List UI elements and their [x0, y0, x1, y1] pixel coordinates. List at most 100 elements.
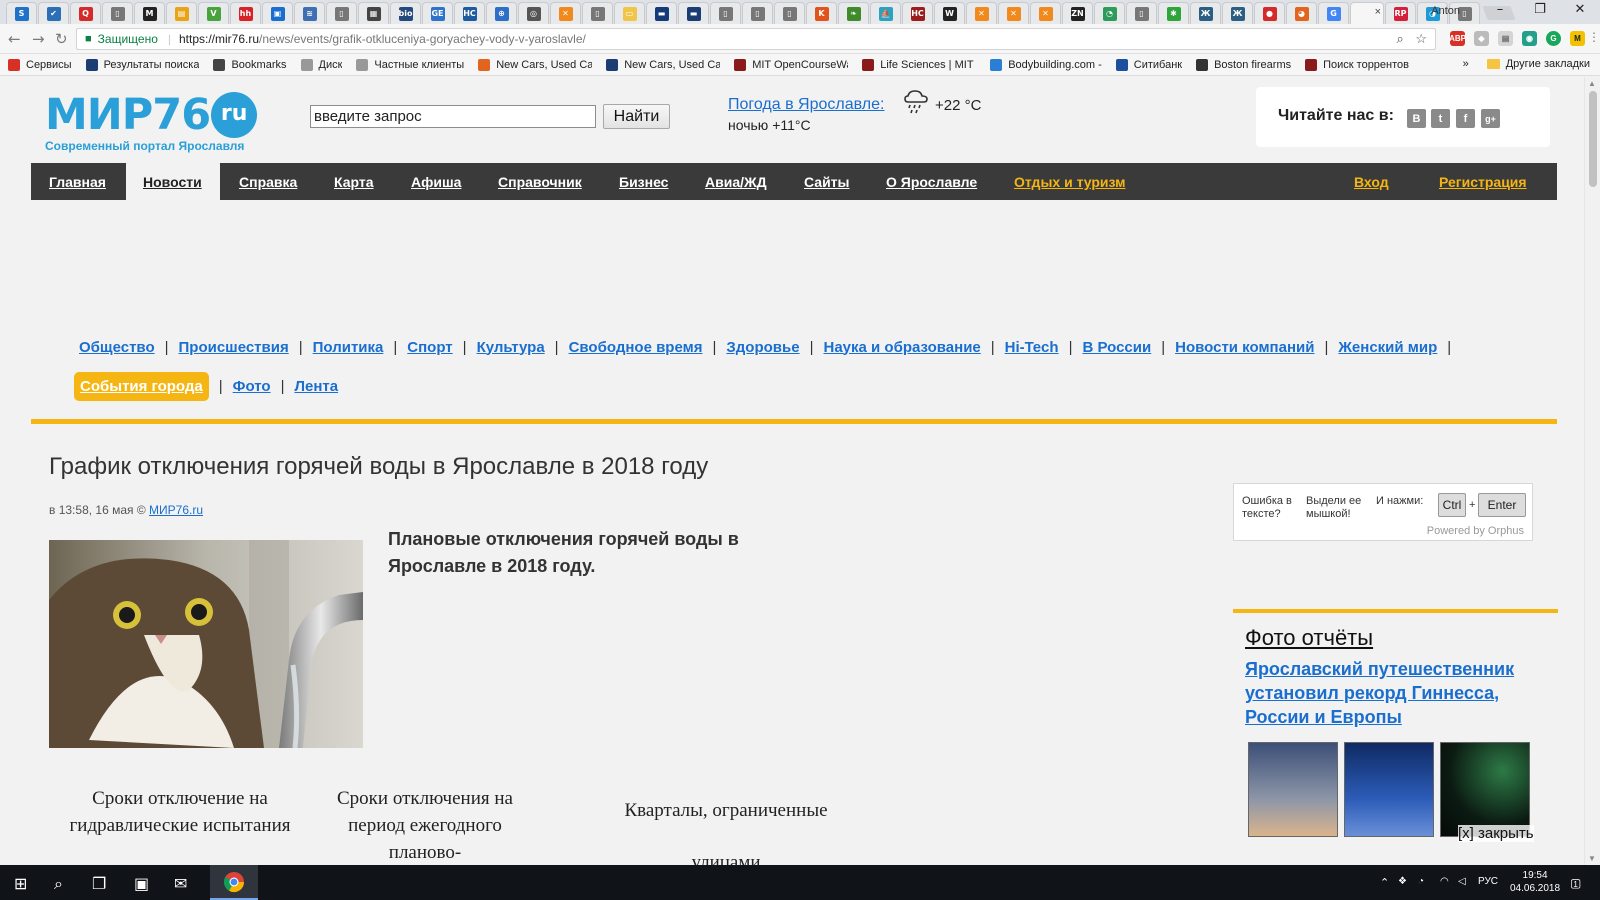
bookmark-item[interactable]: Life Sciences | MIT OCW	[862, 58, 976, 71]
browser-profile-name[interactable]: Anton	[1431, 5, 1460, 17]
language-indicator[interactable]: РУС	[1478, 876, 1498, 887]
nav-item-about[interactable]: О Ярославле	[886, 174, 977, 190]
wifi-icon[interactable]: ◠	[1440, 876, 1449, 887]
nav-item-business[interactable]: Бизнес	[619, 174, 668, 190]
category-link[interactable]: Женский мир	[1338, 339, 1437, 356]
twitter-icon[interactable]: t	[1431, 109, 1450, 128]
source-link[interactable]: МИР76.ru	[149, 503, 203, 517]
browser-tab[interactable]: ▯	[710, 2, 741, 24]
category-link[interactable]: Свободное время	[569, 339, 703, 356]
browser-tab[interactable]: ▯	[1126, 2, 1157, 24]
bookmark-star-icon[interactable]: ☆	[1415, 31, 1427, 46]
browser-tab[interactable]: S	[6, 2, 37, 24]
system-clock[interactable]: 19:54 04.06.2018	[1510, 869, 1560, 895]
browser-tab[interactable]: ◔	[1094, 2, 1125, 24]
browser-tab[interactable]: ▦	[358, 2, 389, 24]
photo-thumbnail[interactable]	[1440, 742, 1530, 837]
browser-tab[interactable]: hh	[230, 2, 261, 24]
browser-tab[interactable]: ▯	[774, 2, 805, 24]
mail-icon[interactable]: ✉	[174, 874, 187, 893]
browser-tab[interactable]: ✕	[1030, 2, 1061, 24]
nav-item-help[interactable]: Справка	[239, 174, 297, 190]
category-link[interactable]: Происшествия	[179, 339, 289, 356]
extension-icon[interactable]: ◉	[1522, 31, 1537, 46]
browser-tab[interactable]: ✕	[550, 2, 581, 24]
googleplus-icon[interactable]: g+	[1481, 109, 1500, 128]
bookmark-item[interactable]: Сервисы	[8, 58, 72, 71]
store-icon[interactable]: ▣	[134, 874, 149, 893]
browser-tab[interactable]: ▣	[262, 2, 293, 24]
bookmark-item[interactable]: Ситибанк	[1115, 58, 1182, 71]
windows-start-icon[interactable]: ⊞	[14, 874, 27, 893]
browser-tab[interactable]: ▯	[582, 2, 613, 24]
close-window-icon[interactable]: ✕	[1560, 2, 1600, 20]
nav-item-home[interactable]: Главная	[49, 174, 106, 190]
search-icon[interactable]: ⌕	[54, 874, 63, 894]
browser-tab[interactable]: ZN	[1062, 2, 1093, 24]
browser-tab[interactable]: RP	[1385, 2, 1416, 24]
address-bar[interactable]: ■ Защищено | https://mir76.ru /news/even…	[76, 28, 1436, 50]
browser-tab[interactable]: bio	[390, 2, 421, 24]
photo-report-link[interactable]: Ярославский путешественник установил рек…	[1245, 657, 1545, 729]
category-link[interactable]: Культура	[477, 339, 545, 356]
bookmarks-overflow-button[interactable]: »	[1463, 58, 1469, 70]
task-view-icon[interactable]: ❐	[92, 874, 106, 893]
browser-tab[interactable]: ▯	[326, 2, 357, 24]
category-link[interactable]: События города	[74, 371, 209, 401]
reload-icon[interactable]: ↻	[55, 30, 68, 48]
bookmark-item[interactable]: Частные клиенты	[356, 58, 464, 71]
tray-overflow-icon[interactable]: ⌃	[1380, 876, 1389, 889]
nav-item-news[interactable]: Новости	[143, 174, 202, 190]
category-link[interactable]: Общество	[79, 339, 155, 356]
browser-tab[interactable]: W	[934, 2, 965, 24]
browser-tab[interactable]: ◕	[1286, 2, 1317, 24]
notifications-icon[interactable]: ▢1	[1570, 876, 1581, 890]
bookmark-item[interactable]: New Cars, Used Cars	[478, 58, 592, 71]
browser-tab[interactable]: ✕	[998, 2, 1029, 24]
browser-tab[interactable]: Ж	[1222, 2, 1253, 24]
bookmark-item[interactable]: Boston firearms	[1196, 58, 1291, 71]
extension-icon[interactable]: M	[1570, 31, 1585, 46]
bookmark-item[interactable]: Поиск торрентов	[1305, 58, 1409, 71]
orphus-widget[interactable]: Ошибка в тексте? Выдели ее мышкой! И наж…	[1233, 483, 1533, 541]
nav-item-map[interactable]: Карта	[334, 174, 374, 190]
browser-tab[interactable]: ≋	[294, 2, 325, 24]
forward-icon[interactable]: →	[32, 30, 45, 48]
other-bookmarks[interactable]: Другие закладки	[1506, 58, 1590, 70]
volume-icon[interactable]: ◁	[1458, 876, 1466, 887]
browser-tab[interactable]: ✔	[38, 2, 69, 24]
browser-tab[interactable]: ✱	[1158, 2, 1189, 24]
browser-tab[interactable]: M	[134, 2, 165, 24]
shield-icon[interactable]: ◆	[1474, 31, 1489, 46]
bookmark-item[interactable]: New Cars, Used Cars	[606, 58, 720, 71]
close-ad-button[interactable]: [x] закрыть	[1458, 825, 1534, 842]
bookmark-item[interactable]: MIT OpenCourseWare	[734, 58, 848, 71]
zoom-icon[interactable]: ⌕	[1396, 31, 1403, 46]
browser-tab[interactable]: K	[806, 2, 837, 24]
maximize-icon[interactable]: ❐	[1520, 2, 1560, 20]
browser-tab[interactable]: HC	[902, 2, 933, 24]
close-tab-icon[interactable]: ×	[1375, 6, 1381, 18]
menu-icon[interactable]: ⋮	[1588, 30, 1600, 44]
search-input[interactable]	[310, 105, 596, 128]
register-link[interactable]: Регистрация	[1439, 174, 1527, 190]
category-link[interactable]: Наука и образование	[823, 339, 980, 356]
category-link[interactable]: Спорт	[407, 339, 452, 356]
nav-item-sites[interactable]: Сайты	[804, 174, 850, 190]
bookmark-item[interactable]: Результаты поиска	[85, 58, 199, 71]
category-link[interactable]: Здоровье	[726, 339, 799, 356]
browser-tab[interactable]: Q	[70, 2, 101, 24]
browser-tab[interactable]: GE	[422, 2, 453, 24]
minimize-icon[interactable]: –	[1480, 2, 1520, 20]
category-link[interactable]: Лента	[294, 378, 338, 395]
photo-thumbnail[interactable]	[1344, 742, 1434, 837]
search-button[interactable]: Найти	[603, 104, 670, 129]
photo-thumbnail[interactable]	[1248, 742, 1338, 837]
browser-tab[interactable]: ❧	[838, 2, 869, 24]
nav-item-avia[interactable]: Авиа/ЖД	[705, 174, 767, 190]
nav-item-afisha[interactable]: Афиша	[411, 174, 461, 190]
bookmark-item[interactable]: Диск	[300, 58, 342, 71]
back-icon[interactable]: ←	[8, 30, 21, 48]
bookmark-item[interactable]: Bookmarks	[213, 58, 287, 71]
browser-tab[interactable]: ▤	[166, 2, 197, 24]
